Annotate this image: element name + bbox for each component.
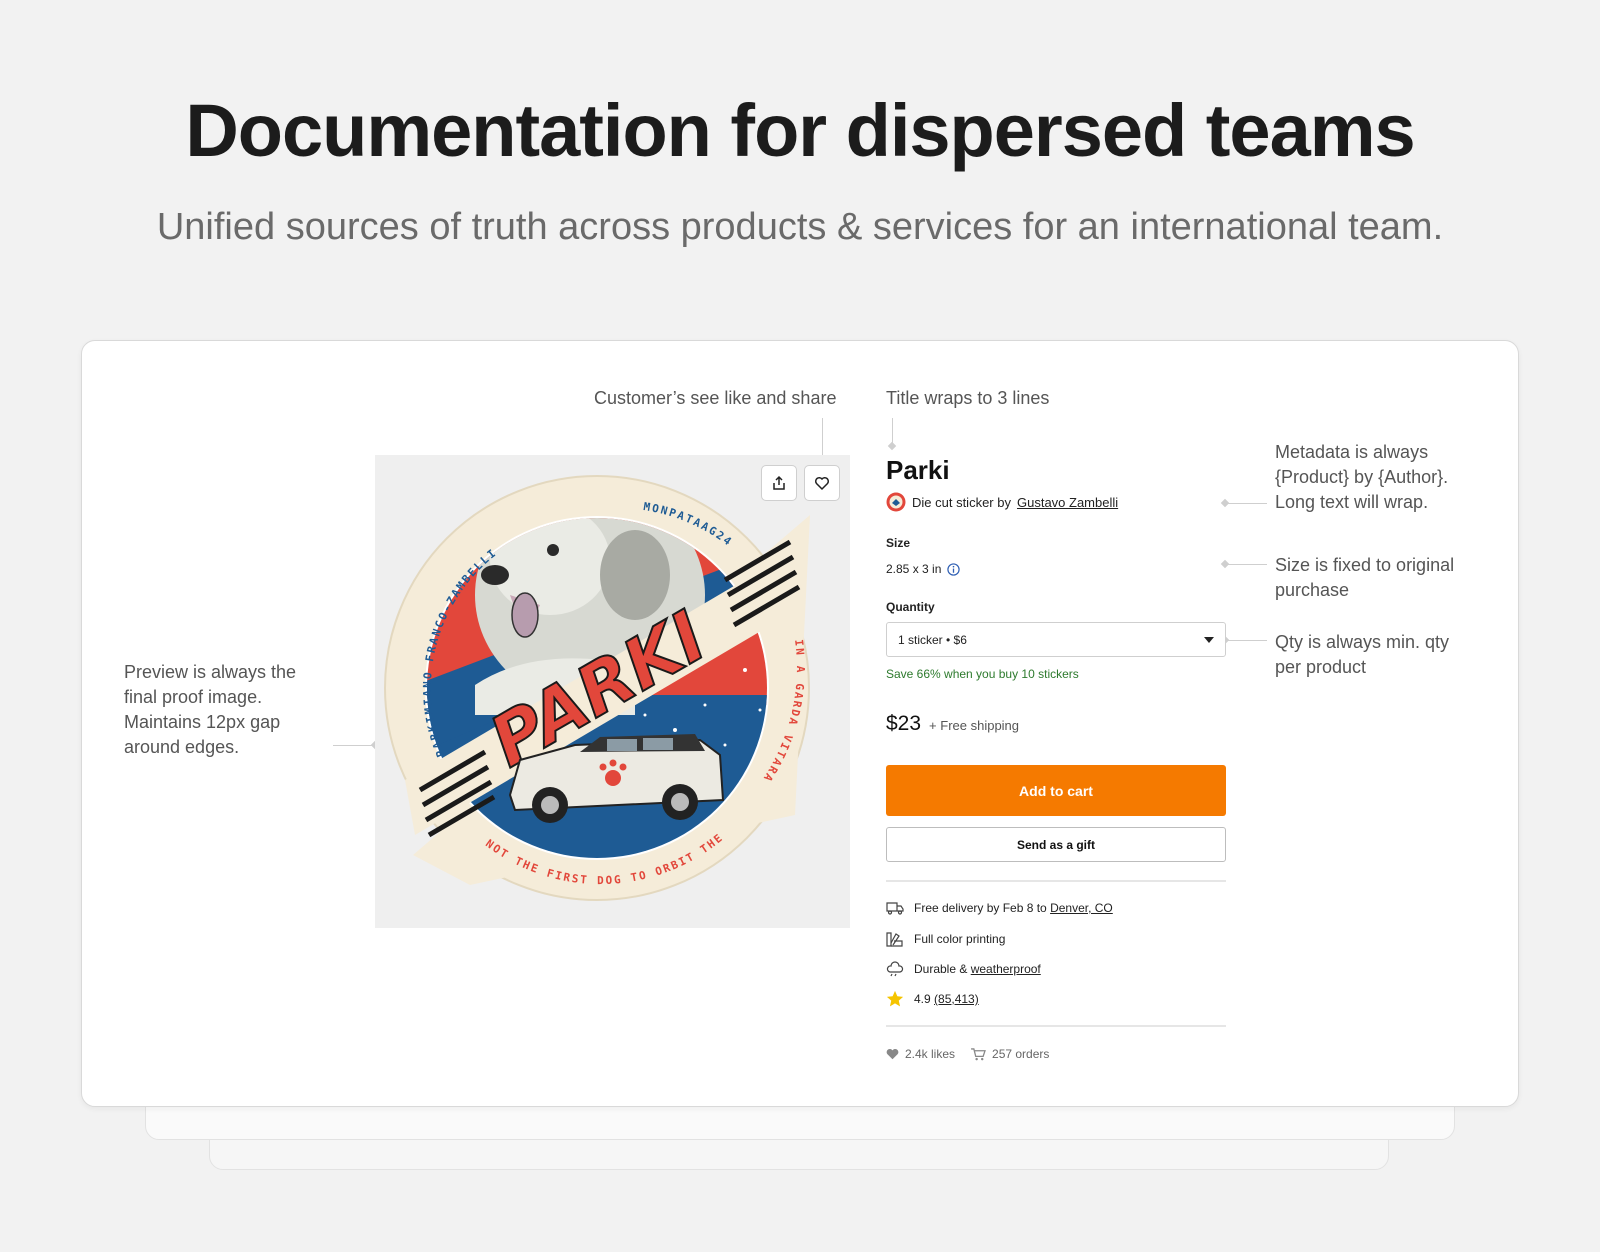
shipping-note: + Free shipping [929,718,1020,733]
hero-subtitle: Unified sources of truth across products… [156,206,1444,248]
durable-prefix: Durable & [914,962,968,976]
annotation-title-wrap: Title wraps to 3 lines [886,388,1050,408]
hero-title: Documentation for dispersed teams [185,89,1415,172]
quantity-select[interactable]: 1 sticker • $6 [886,622,1226,657]
truck-icon [886,902,904,915]
annotation-qty: Qty is always min. qty per product [1275,632,1450,677]
annotation-metadata: Metadata is always {Product} by {Author}… [1275,442,1449,512]
product-title: Parki [886,455,950,485]
weather-icon [886,961,904,977]
annotation-like-share: Customer’s see like and share [594,388,837,408]
share-button[interactable] [761,465,797,501]
divider [886,880,1226,882]
price-row: $23 + Free shipping [886,712,1019,736]
save-note: Save 66% when you buy 10 stickers [886,667,1079,681]
color-palette-icon [886,932,903,947]
author-link[interactable]: Gustavo Zambelli [1017,495,1118,510]
size-value: 2.85 x 3 in [886,562,942,576]
likes-stat: 2.4k likes [886,1047,955,1061]
caret-down-icon [1204,636,1214,643]
heart-filled-icon [886,1048,899,1060]
send-gift-button[interactable]: Send as a gift [886,827,1226,862]
divider [886,1025,1226,1027]
feature-delivery: Free delivery by Feb 8 to Denver, CO [886,901,1113,915]
orders-stat: 257 orders [971,1047,1049,1061]
printing-text: Full color printing [914,932,1006,946]
connector-qty [1225,640,1267,641]
likes-count: 2.4k likes [905,1047,956,1061]
annotation-preview: Preview is always the final proof image.… [124,662,297,757]
share-icon [773,475,785,490]
rating-value: 4.9 [914,992,931,1006]
feature-rating: 4.9 (85,413) [886,990,979,1008]
orders-count: 257 orders [992,1047,1050,1061]
product-preview: PARKI PARKIMIANO FRANCO-ZAMBELLI MONPATA… [371,445,850,928]
product-meta: Die cut sticker by Gustavo Zambelli [886,492,1118,512]
price: $23 [886,712,922,735]
quantity-label: Quantity [886,600,935,614]
connector-metadata [1225,503,1267,504]
add-to-cart-button[interactable]: Add to cart [886,765,1226,816]
feature-printing: Full color printing [886,931,1005,947]
connector-preview [333,745,375,746]
author-avatar [886,492,906,512]
cart-icon [971,1047,986,1060]
heart-icon [814,476,830,491]
info-icon[interactable] [947,562,961,576]
size-label: Size [886,536,911,550]
size-value-row: 2.85 x 3 in [886,562,961,576]
feature-durable: Durable & weatherproof [886,961,1041,977]
delivery-location-link[interactable]: Denver, CO [1050,901,1113,915]
annotation-size: Size is fixed to original purchase [1275,555,1455,600]
connector-size [1225,564,1267,565]
rating-count-link[interactable]: (85,413) [934,992,979,1006]
delivery-prefix: Free delivery by Feb 8 to [914,901,1047,915]
sticker-artwork: PARKI PARKIMIANO FRANCO-ZAMBELLI MONPATA… [371,445,810,901]
meta-prefix: Die cut sticker by [912,494,1011,510]
like-button[interactable] [804,465,840,501]
star-icon [886,990,904,1007]
weatherproof-link[interactable]: weatherproof [971,962,1041,976]
stats-row: 2.4k likes 257 orders [886,1047,1049,1061]
quantity-value: 1 sticker • $6 [898,632,967,647]
